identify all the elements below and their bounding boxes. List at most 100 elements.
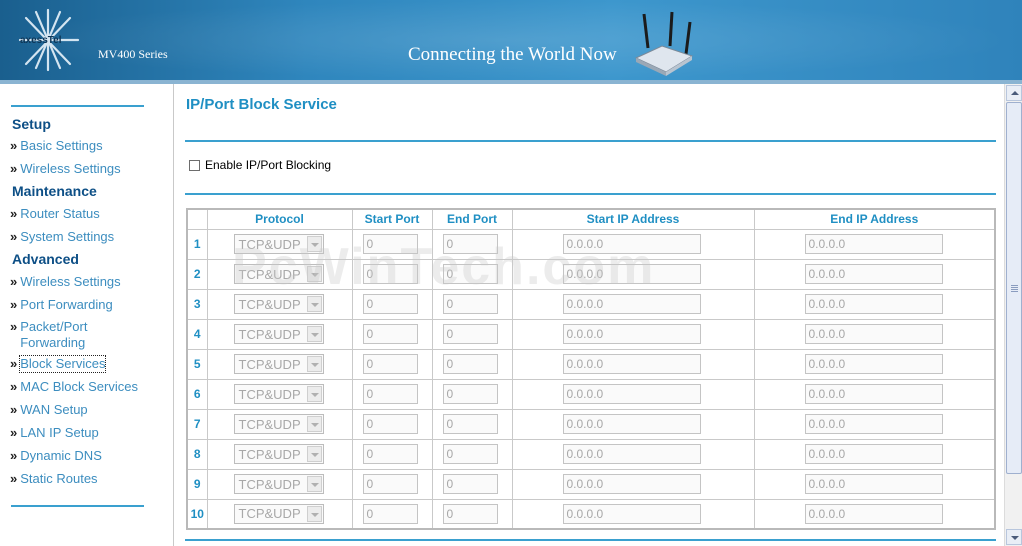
enable-blocking-checkbox[interactable] xyxy=(189,159,200,171)
sidebar-item-label: Block Services xyxy=(19,355,107,373)
sidebar-item-label-line2: Forwarding xyxy=(20,335,86,350)
end-ip-input[interactable]: 0.0.0.0 xyxy=(804,294,943,314)
start-port-input[interactable]: 0 xyxy=(362,264,418,284)
end-ip-input[interactable]: 0.0.0.0 xyxy=(804,444,943,464)
end-ip-cell: 0.0.0.0 xyxy=(753,258,996,290)
end-ip-input[interactable]: 0.0.0.0 xyxy=(804,324,943,344)
end-port-input[interactable]: 0 xyxy=(442,414,498,434)
logo-text: axessTel xyxy=(20,35,62,46)
protocol-select[interactable]: TCP&UDP xyxy=(233,414,324,434)
start-ip-input[interactable]: 0.0.0.0 xyxy=(562,354,701,374)
enable-blocking-row: Enable IP/Port Blocking xyxy=(189,158,331,172)
start-ip-input[interactable]: 0.0.0.0 xyxy=(562,503,701,524)
column-header-protocol: Protocol xyxy=(206,208,353,230)
start-ip-input[interactable]: 0.0.0.0 xyxy=(562,444,701,464)
end-port-input[interactable]: 0 xyxy=(442,384,498,404)
end-ip-input[interactable]: 0.0.0.0 xyxy=(804,354,943,374)
start-port-cell: 0 xyxy=(351,468,433,500)
start-ip-input[interactable]: 0.0.0.0 xyxy=(562,474,701,494)
protocol-select[interactable]: TCP&UDP xyxy=(233,324,324,344)
vertical-scrollbar[interactable] xyxy=(1004,84,1022,546)
start-port-input[interactable]: 0 xyxy=(362,294,418,314)
chevron-down-icon xyxy=(306,505,322,522)
start-port-input[interactable]: 0 xyxy=(362,354,418,374)
end-ip-input[interactable]: 0.0.0.0 xyxy=(804,503,943,524)
end-port-input[interactable]: 0 xyxy=(442,294,498,314)
row-number: 3 xyxy=(186,288,208,320)
start-ip-input[interactable]: 0.0.0.0 xyxy=(562,294,701,314)
sidebar-item-label: Port Forwarding xyxy=(20,297,113,312)
start-ip-input[interactable]: 0.0.0.0 xyxy=(562,384,701,404)
table-row: 8 TCP&UDP 0 0 0.0.0.0 0.0.0.0 xyxy=(186,438,996,470)
end-port-input[interactable]: 0 xyxy=(442,354,498,374)
table-row: 2 TCP&UDP 0 0 0.0.0.0 0.0.0.0 xyxy=(186,258,996,290)
sidebar-item-packet-port-forwarding[interactable]: » Packet/Port Forwarding xyxy=(10,319,87,351)
start-ip-input[interactable]: 0.0.0.0 xyxy=(562,264,701,284)
start-port-input[interactable]: 0 xyxy=(362,384,418,404)
protocol-select[interactable]: TCP&UDP xyxy=(233,474,324,494)
column-header-index xyxy=(186,208,208,230)
end-port-cell: 0 xyxy=(431,468,513,500)
protocol-cell: TCP&UDP xyxy=(206,258,353,290)
sidebar-item-mac-block-services[interactable]: » MAC Block Services xyxy=(10,379,138,395)
end-ip-input[interactable]: 0.0.0.0 xyxy=(804,264,943,284)
end-port-input[interactable]: 0 xyxy=(442,503,498,524)
scroll-up-button[interactable] xyxy=(1006,85,1022,101)
sidebar-item-wireless-settings-setup[interactable]: » Wireless Settings xyxy=(10,161,121,177)
start-port-input[interactable]: 0 xyxy=(362,444,418,464)
start-ip-input[interactable]: 0.0.0.0 xyxy=(562,324,701,344)
protocol-select[interactable]: TCP&UDP xyxy=(233,354,324,374)
sidebar-item-wireless-settings-advanced[interactable]: » Wireless Settings xyxy=(10,274,121,290)
sidebar-item-label: Wireless Settings xyxy=(20,161,121,176)
end-port-cell: 0 xyxy=(431,408,513,440)
protocol-select[interactable]: TCP&UDP xyxy=(233,294,324,314)
end-ip-input[interactable]: 0.0.0.0 xyxy=(804,234,943,254)
end-port-cell: 0 xyxy=(431,498,513,530)
end-port-input[interactable]: 0 xyxy=(442,324,498,344)
end-ip-input[interactable]: 0.0.0.0 xyxy=(804,474,943,494)
scroll-thumb[interactable] xyxy=(1006,102,1022,474)
protocol-select-value: TCP&UDP xyxy=(238,356,301,372)
end-ip-input[interactable]: 0.0.0.0 xyxy=(804,414,943,434)
start-port-input[interactable]: 0 xyxy=(362,324,418,344)
protocol-select[interactable]: TCP&UDP xyxy=(233,384,324,404)
start-port-input[interactable]: 0 xyxy=(362,414,418,434)
series-label: MV400 Series xyxy=(98,47,168,61)
end-port-input[interactable]: 0 xyxy=(442,234,498,254)
end-ip-input[interactable]: 0.0.0.0 xyxy=(804,384,943,404)
end-port-input[interactable]: 0 xyxy=(442,474,498,494)
enable-blocking-label: Enable IP/Port Blocking xyxy=(205,158,332,172)
chevron-down-icon xyxy=(306,236,322,252)
title-divider xyxy=(185,140,996,142)
sidebar-item-static-routes[interactable]: » Static Routes xyxy=(10,471,98,487)
end-ip-cell: 0.0.0.0 xyxy=(753,468,996,500)
sidebar-item-label: Wireless Settings xyxy=(20,274,121,289)
sidebar-item-router-status[interactable]: » Router Status xyxy=(10,206,100,222)
end-port-input[interactable]: 0 xyxy=(442,444,498,464)
sidebar-item-wan-setup[interactable]: » WAN Setup xyxy=(10,402,88,418)
end-port-cell: 0 xyxy=(431,288,513,320)
protocol-select[interactable]: TCP&UDP xyxy=(233,503,324,524)
protocol-select[interactable]: TCP&UDP xyxy=(233,234,324,254)
start-port-input[interactable]: 0 xyxy=(362,503,418,524)
protocol-select[interactable]: TCP&UDP xyxy=(233,264,324,284)
start-ip-input[interactable]: 0.0.0.0 xyxy=(562,234,701,254)
start-port-input[interactable]: 0 xyxy=(362,474,418,494)
start-ip-cell: 0.0.0.0 xyxy=(511,318,755,350)
protocol-select[interactable]: TCP&UDP xyxy=(233,444,324,464)
sidebar-item-lan-ip-setup[interactable]: » LAN IP Setup xyxy=(10,425,99,441)
row-number: 5 xyxy=(186,348,208,380)
protocol-select-value: TCP&UDP xyxy=(238,236,301,252)
end-port-cell: 0 xyxy=(431,378,513,410)
sidebar-item-block-services[interactable]: » Block Services xyxy=(10,355,107,373)
sidebar-item-dynamic-dns[interactable]: » Dynamic DNS xyxy=(10,448,102,464)
end-port-input[interactable]: 0 xyxy=(442,264,498,284)
protocol-cell: TCP&UDP xyxy=(206,228,353,260)
scroll-down-button[interactable] xyxy=(1006,529,1022,545)
sidebar-item-basic-settings[interactable]: » Basic Settings xyxy=(10,138,103,154)
sidebar-rule-top xyxy=(11,105,144,107)
start-port-input[interactable]: 0 xyxy=(362,234,418,254)
start-ip-input[interactable]: 0.0.0.0 xyxy=(562,414,701,434)
sidebar-item-system-settings[interactable]: » System Settings xyxy=(10,229,114,245)
sidebar-item-port-forwarding[interactable]: » Port Forwarding xyxy=(10,297,113,313)
